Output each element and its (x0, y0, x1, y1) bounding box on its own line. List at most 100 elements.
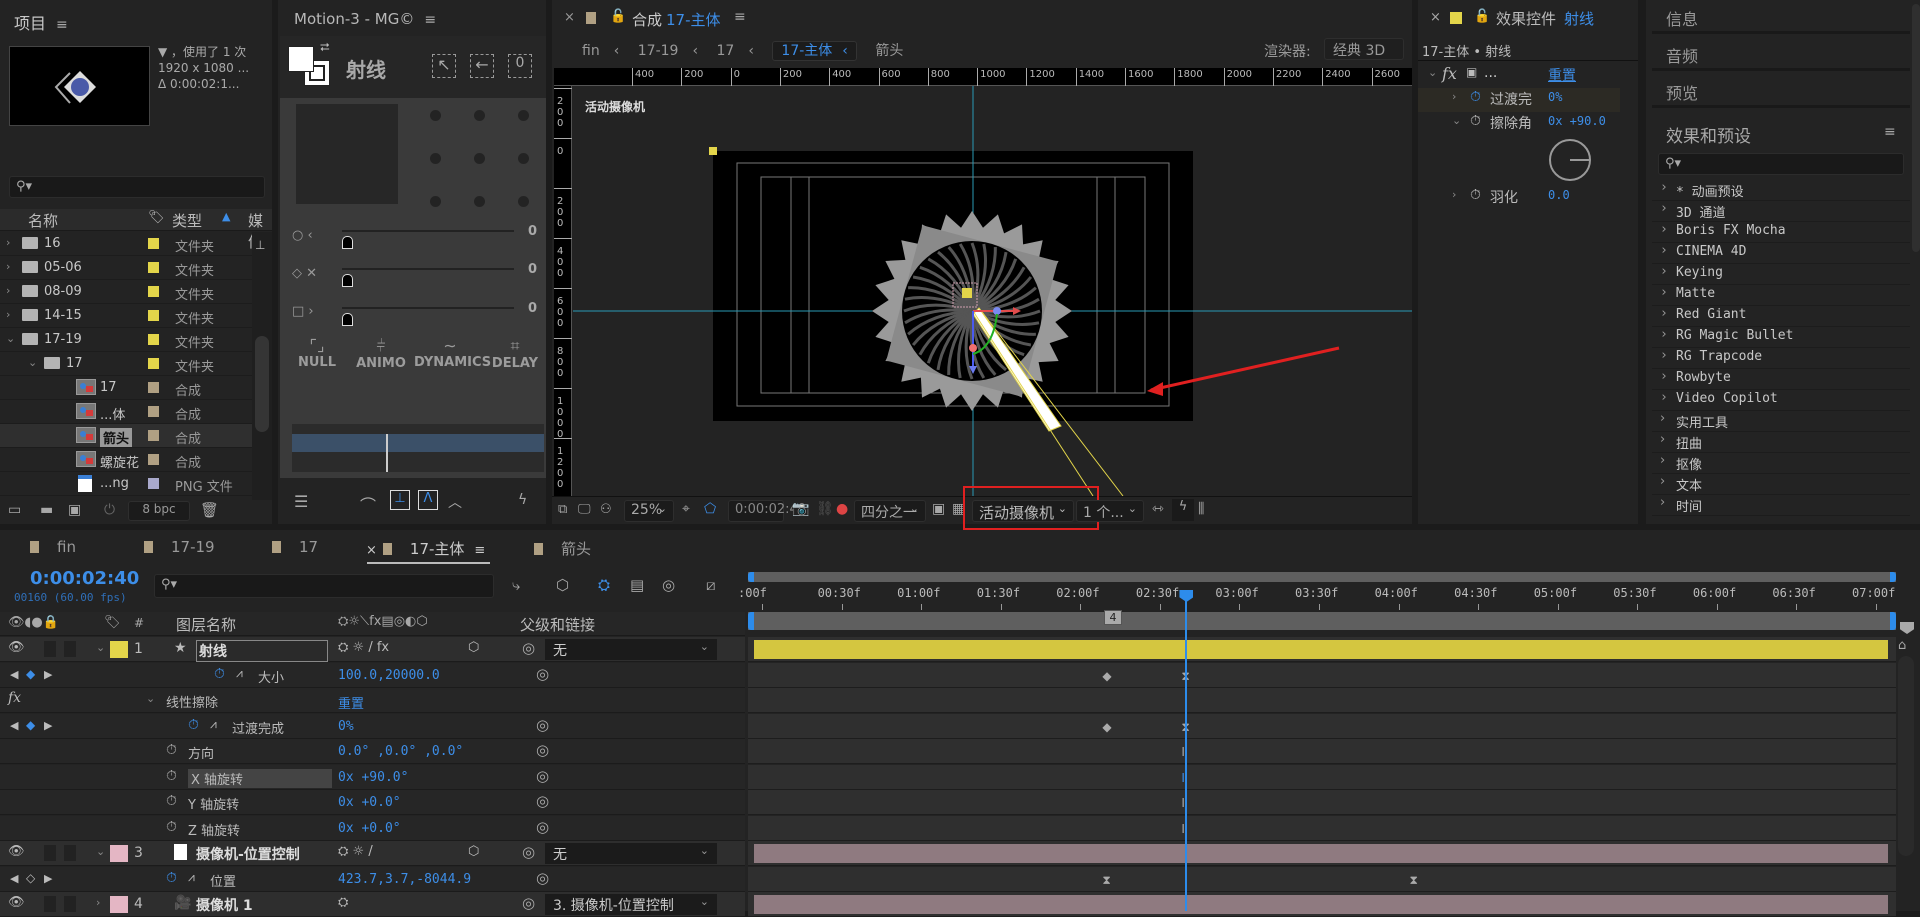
next-keyframe-icon[interactable]: ▶ (44, 668, 52, 681)
expression-pick-whip-icon[interactable]: ◎ (536, 716, 549, 734)
comp-tab-name[interactable]: 17-主体 (666, 9, 721, 30)
pick-whip-icon[interactable]: ◎ (522, 639, 535, 657)
feather-value[interactable]: 0.0 (1548, 188, 1570, 202)
slider-handle-3[interactable] (342, 313, 353, 326)
parent-header[interactable]: 父级和链接 (520, 614, 595, 635)
keyframe[interactable]: I (1181, 745, 1185, 759)
expression-pick-whip-icon[interactable]: ◎ (536, 741, 549, 759)
slider-track-2[interactable] (342, 268, 514, 270)
property-value[interactable]: 0x +0.0° (338, 821, 401, 836)
ease-out-icons[interactable]: □ › (292, 304, 314, 319)
project-search-input[interactable]: ⚲▾ (9, 176, 265, 198)
project-item[interactable]: › 16 文件夹 (0, 232, 252, 256)
track-row[interactable] (748, 841, 1896, 866)
solo-switch[interactable] (44, 641, 56, 657)
pick-whip-icon[interactable]: ◎ (522, 894, 535, 912)
layer-label-color[interactable] (110, 641, 128, 658)
slider-track-3[interactable] (342, 307, 514, 309)
timeline-tab[interactable]: 17 (272, 538, 318, 556)
property-value[interactable]: 0x +0.0° (338, 795, 401, 810)
effect-category[interactable]: CINEMA 4D (1652, 243, 1910, 264)
anchor-point-dot[interactable] (474, 153, 485, 164)
panel-menu-icon[interactable]: ≡ (1884, 124, 1896, 140)
visibility-eye-icon[interactable]: 👁 (8, 895, 25, 910)
effect-category[interactable]: * 动画预设 (1652, 180, 1910, 201)
effect-category[interactable]: 扭曲 (1652, 432, 1910, 453)
track-row[interactable]: I (748, 815, 1896, 841)
timeline-search-input[interactable]: ⚲▾ (154, 574, 494, 598)
layer-name-header[interactable]: 图层名称 (176, 614, 236, 635)
property-value[interactable]: 0x +90.0° (338, 770, 408, 785)
timeline-tab[interactable]: 17-19 (144, 538, 215, 556)
reset-link[interactable]: 重置 (1548, 65, 1576, 85)
playhead[interactable] (1179, 590, 1194, 911)
column-type[interactable]: 类型 (172, 210, 202, 231)
caret-up-icon[interactable]: ︿ (448, 492, 462, 512)
label-column-icon[interactable]: 🏷 (148, 210, 165, 225)
add-keyframe-icon[interactable]: ◆ (26, 718, 35, 732)
delay-button[interactable]: ⌗ DELAY (484, 336, 546, 371)
label-swatch[interactable] (148, 286, 159, 297)
property-row[interactable]: ⏱ X 轴旋转 0x +90.0° ◎ (0, 764, 745, 790)
3d-layer-icon[interactable]: ⬡ (468, 640, 479, 655)
property-row[interactable]: ◀ ◆ ▶ ⏱ ⩘ 过渡完成 0% ◎ (0, 713, 745, 739)
property-value[interactable]: 0.0° ,0.0° ,0.0° (338, 744, 463, 759)
property-row[interactable]: ⏱ Z 轴旋转 0x +0.0° ◎ (0, 815, 745, 841)
keyframe[interactable]: ◆ (1102, 720, 1111, 734)
track-row[interactable]: I (748, 739, 1896, 764)
property-row[interactable]: ◀ ◆ ▶ ⏱ ⩘ 大小 100.0,20000.0 ◎ (0, 662, 745, 688)
effect-category[interactable]: Rowbyte (1652, 369, 1910, 390)
project-item[interactable]: ...ng PNG 文件 (0, 472, 252, 496)
anchor-point-dot[interactable] (430, 196, 441, 207)
property-row[interactable]: ⏱ Y 轴旋转 0x +0.0° ◎ (0, 790, 745, 815)
expression-pick-whip-icon[interactable]: ◎ (536, 665, 549, 683)
visibility-eye-icon[interactable]: 👁 (8, 844, 25, 859)
close-icon[interactable]: × (1430, 10, 1441, 25)
stopwatch-icon[interactable]: ⏱ (1470, 113, 1481, 129)
mode-linear-icon[interactable]: ⊥ (390, 490, 410, 510)
keyframe[interactable]: I (1181, 796, 1185, 810)
expression-pick-whip-icon[interactable]: ◎ (536, 792, 549, 810)
time-ruler[interactable]: :00f 00:30f 01:00f 01:30f 02:00f 02:30f 03:00f… (738, 564, 1896, 644)
new-folder-icon[interactable]: ▬ (40, 502, 53, 518)
parent-dropdown[interactable]: 3. 摄像机-位置控制 ⌄ (545, 894, 717, 915)
property-row[interactable]: ⏱ 方向 0.0° ,0.0° ,0.0° ◎ (0, 739, 745, 764)
chevron-right-icon[interactable]: › (1452, 188, 1456, 201)
visibility-eye-icon[interactable]: 👁 (8, 640, 25, 655)
project-scrollbar[interactable]: ⊥ (252, 232, 272, 500)
project-item[interactable]: 螺旋花 合成 (0, 448, 252, 472)
info-tab[interactable]: 信息 (1652, 0, 1910, 34)
bezier-icon[interactable]: ⌒ (360, 492, 376, 516)
fx-icon[interactable]: fx (1442, 64, 1457, 83)
graph-playhead[interactable] (386, 434, 388, 472)
chevron-down-icon[interactable]: ⌄ (96, 845, 105, 858)
track-row[interactable] (748, 892, 1896, 917)
layer-label-color[interactable] (110, 896, 128, 913)
transparency-grid-icon[interactable]: ⬠ (704, 501, 716, 517)
lock-switch[interactable] (64, 896, 76, 912)
property-value[interactable]: 0% (338, 719, 354, 734)
expression-pick-whip-icon[interactable]: ◎ (536, 818, 549, 836)
project-item[interactable]: 箭头 合成 (0, 424, 252, 448)
work-area-begin[interactable] (748, 612, 754, 630)
chevron-right-icon[interactable]: › (6, 284, 10, 297)
zoom-dropdown[interactable]: 25% ⌄ (624, 500, 674, 522)
property-value[interactable]: 423.7,3.7,-8044.9 (338, 872, 471, 887)
graph-icon[interactable]: ⩘ (236, 666, 243, 681)
stopwatch-icon[interactable]: ⏱ (188, 717, 199, 733)
column-name[interactable]: 名称 (28, 210, 58, 231)
effect-category[interactable]: 抠像 (1652, 453, 1910, 474)
breadcrumb-arrow[interactable]: 箭头 (875, 43, 903, 59)
anchor-point-dot[interactable] (518, 196, 529, 207)
layer-switches[interactable]: ⛭ (338, 895, 348, 910)
panel-menu-icon[interactable]: ≡ (474, 543, 485, 558)
label-swatch[interactable] (148, 478, 159, 489)
layer-label-color[interactable] (110, 845, 128, 862)
pick-whip-icon[interactable]: ◎ (522, 843, 535, 861)
renderer-button[interactable]: 经典 3D (1324, 38, 1404, 60)
layer-name[interactable]: 摄像机-位置控制 (196, 844, 300, 864)
monitor-icon[interactable]: 🖵 (578, 502, 591, 517)
comp-viewer[interactable]: 活动摄像机 (573, 86, 1412, 496)
track-row[interactable]: ◆⧗ (748, 662, 1896, 688)
effect-category[interactable]: 文本 (1652, 474, 1910, 495)
